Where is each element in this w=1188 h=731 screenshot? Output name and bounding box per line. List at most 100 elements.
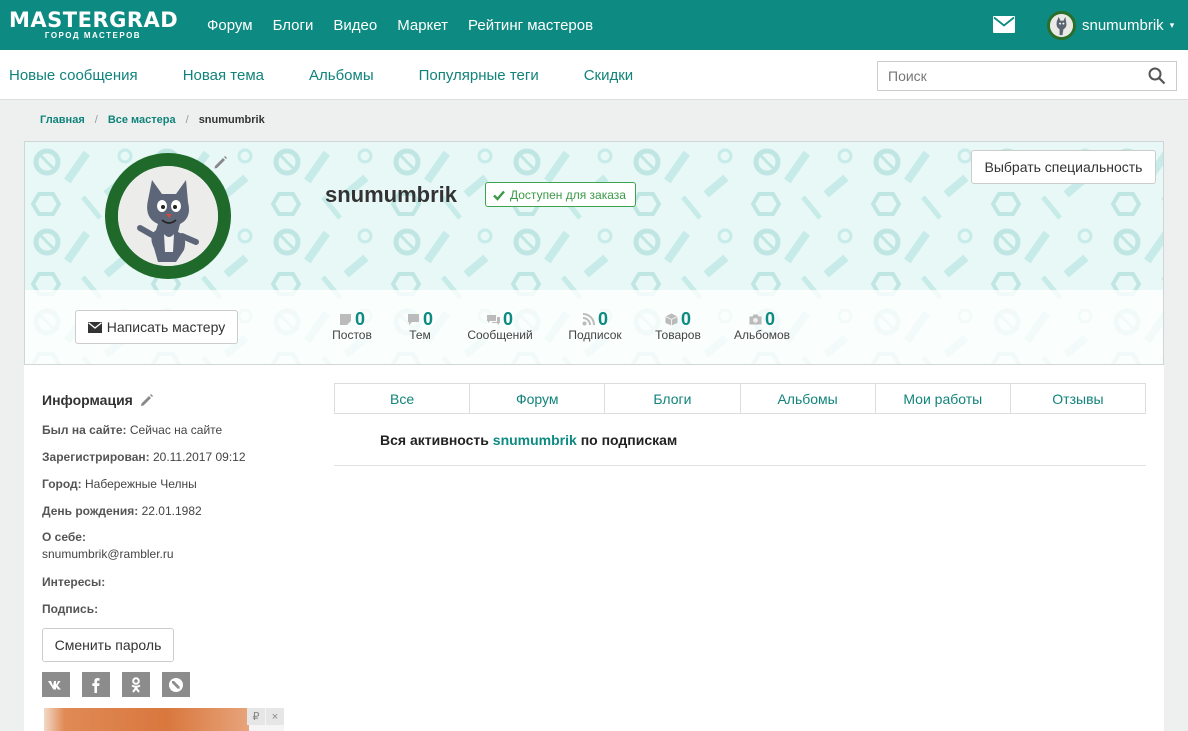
nav-forum[interactable]: Форум <box>197 17 263 34</box>
topic-icon <box>407 313 419 325</box>
livejournal-icon[interactable] <box>162 672 190 697</box>
activity-user-link[interactable]: snumumbrik <box>493 432 577 448</box>
stat-topics-label: Тем <box>409 328 431 342</box>
nav-new-messages[interactable]: Новые сообщения <box>9 67 138 84</box>
info-last-seen: Был на сайте: Сейчас на сайте <box>42 423 222 437</box>
tab-forum[interactable]: Форум <box>470 384 606 413</box>
profile-header: snumumbrik Доступен для заказа Выбрать с… <box>24 141 1164 365</box>
stat-albums-label: Альбомов <box>733 328 791 342</box>
stat-posts-count: 0 <box>354 308 365 329</box>
search-box <box>877 61 1177 91</box>
logo-sub-text: ГОРОД МАСТЕРОВ <box>44 31 142 40</box>
profile-content: Информация Был на сайте: Сейчас на сайте… <box>24 365 1164 731</box>
tab-my-works[interactable]: Мои работы <box>876 384 1011 413</box>
stat-products-label: Товаров <box>655 328 701 342</box>
info-signature: Подпись: <box>42 602 98 616</box>
secondary-navbar: Новые сообщения Новая тема Альбомы Попул… <box>0 50 1188 100</box>
tab-all[interactable]: Все <box>335 384 471 413</box>
stat-posts[interactable]: 0 Постов <box>327 308 377 343</box>
info-about-label: О себе: <box>42 530 86 544</box>
nav-popular-tags[interactable]: Популярные теги <box>419 67 539 84</box>
stat-subscriptions[interactable]: 0 Подписок <box>565 308 625 343</box>
availability-badge: Доступен для заказа <box>485 182 636 207</box>
info-city-value: Набережные Челны <box>85 477 197 491</box>
nav-market[interactable]: Маркет <box>387 17 458 34</box>
logo-main-text: MASTERGRAD <box>9 8 179 32</box>
activity-heading: Вся активность snumumbrik по подпискам <box>380 432 677 448</box>
stat-albums-count: 0 <box>764 308 775 329</box>
breadcrumb-current: snumumbrik <box>198 114 265 126</box>
breadcrumb-all-masters[interactable]: Все мастера <box>108 114 176 126</box>
edit-pencil-icon[interactable] <box>140 393 154 407</box>
info-birthday: День рождения: 22.01.1982 <box>42 504 202 518</box>
stat-albums[interactable]: 0 Альбомов <box>732 308 792 343</box>
info-title-text: Информация <box>42 392 133 408</box>
info-last-seen-value: Сейчас на сайте <box>129 423 223 437</box>
tab-reviews[interactable]: Отзывы <box>1011 384 1145 413</box>
tab-albums[interactable]: Альбомы <box>741 384 876 413</box>
messages-icon <box>486 314 500 325</box>
camera-icon <box>749 314 762 324</box>
nav-discounts[interactable]: Скидки <box>584 67 633 84</box>
search-icon[interactable] <box>1148 67 1166 85</box>
stat-topics[interactable]: 0 Тем <box>400 308 440 342</box>
user-menu[interactable]: snumumbrik ▾ <box>1047 10 1174 40</box>
info-city-label: Город: <box>42 477 82 491</box>
info-about: О себе: snumumbrik@rambler.ru <box>42 529 174 563</box>
search-input[interactable] <box>878 62 1138 90</box>
post-icon <box>339 313 351 325</box>
top-navbar: MASTERGRAD ГОРОД МАСТЕРОВ Форум Блоги Ви… <box>0 0 1188 50</box>
rss-icon <box>582 312 595 325</box>
info-city: Город: Набережные Челны <box>42 477 197 491</box>
tab-blogs[interactable]: Блоги <box>605 384 741 413</box>
activity-suffix: по подпискам <box>580 432 678 448</box>
nav-video[interactable]: Видео <box>323 17 387 34</box>
availability-text: Доступен для заказа <box>510 187 626 202</box>
breadcrumb: Главная / Все мастера / snumumbrik <box>40 114 265 126</box>
stat-posts-label: Постов <box>332 328 372 342</box>
stat-products[interactable]: 0 Товаров <box>652 308 704 343</box>
breadcrumb-separator: / <box>94 114 98 126</box>
odnoklassniki-icon[interactable] <box>122 672 150 697</box>
stat-messages-label: Сообщений <box>467 328 533 342</box>
info-about-value: snumumbrik@rambler.ru <box>42 547 174 561</box>
info-birthday-value: 22.01.1982 <box>141 504 202 518</box>
info-registered-label: Зарегистрирован: <box>42 450 150 464</box>
stat-subscriptions-label: Подписок <box>568 328 622 342</box>
info-registered: Зарегистрирован: 20.11.2017 09:12 <box>42 450 246 464</box>
nav-new-topic[interactable]: Новая тема <box>183 67 264 84</box>
stat-messages[interactable]: 0 Сообщений <box>465 308 535 343</box>
ad-close-button[interactable]: × <box>266 708 284 725</box>
stat-products-count: 0 <box>680 308 691 329</box>
vk-icon[interactable] <box>42 672 70 697</box>
write-to-master-button[interactable]: Написать мастеру <box>75 310 238 344</box>
main-menu: Форум Блоги Видео Маркет Рейтинг мастеро… <box>197 0 603 50</box>
breadcrumb-home[interactable]: Главная <box>40 114 85 126</box>
activity-tabs: Все Форум Блоги Альбомы Мои работы Отзыв… <box>334 383 1146 414</box>
info-registered-value: 20.11.2017 09:12 <box>152 450 246 464</box>
breadcrumb-separator: / <box>185 114 189 126</box>
info-section-title: Информация <box>42 392 154 408</box>
write-to-master-label: Написать мастеру <box>106 319 226 335</box>
ad-info-button[interactable]: ₽ <box>247 708 265 725</box>
nav-masters-rating[interactable]: Рейтинг мастеров <box>458 17 603 34</box>
info-interests: Интересы: <box>42 575 105 589</box>
check-icon <box>493 190 505 201</box>
choose-specialty-button[interactable]: Выбрать специальность <box>971 150 1156 184</box>
nav-albums[interactable]: Альбомы <box>309 67 374 84</box>
stat-topics-count: 0 <box>422 308 433 329</box>
nav-blogs[interactable]: Блоги <box>263 17 324 34</box>
box-icon <box>665 313 678 325</box>
facebook-icon[interactable] <box>82 672 110 697</box>
info-interests-label: Интересы: <box>42 575 106 589</box>
mail-icon[interactable] <box>993 16 1015 33</box>
site-logo[interactable]: MASTERGRAD ГОРОД МАСТЕРОВ <box>9 8 179 40</box>
edit-avatar-pencil-icon[interactable] <box>213 155 228 170</box>
change-password-button[interactable]: Сменить пароль <box>42 628 174 662</box>
stat-subscriptions-count: 0 <box>597 308 608 329</box>
chevron-down-icon: ▾ <box>1169 19 1175 30</box>
envelope-icon <box>87 321 102 333</box>
info-last-seen-label: Был на сайте: <box>42 423 127 437</box>
user-name: snumumbrik <box>1082 16 1164 34</box>
ad-banner[interactable]: ₽ × <box>44 708 284 731</box>
